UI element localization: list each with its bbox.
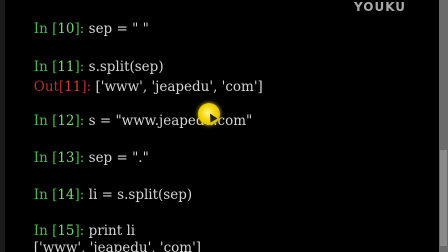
ipython-console[interactable]: In [10]: sep = " " In [11]: s.split(sep)… xyxy=(8,0,436,252)
scrollbar-thumb[interactable] xyxy=(440,150,447,246)
input-prompt-suffix: ]: xyxy=(74,187,89,203)
output-number: 11 xyxy=(64,79,82,95)
output-value: ['www', 'jeapedu', 'com'] xyxy=(95,79,263,95)
vertical-scrollbar[interactable] xyxy=(439,0,448,252)
input-line-10: In [10]: sep = " " xyxy=(8,4,149,37)
input-line-11: In [11]: s.split(sep) xyxy=(8,42,164,75)
output-prompt: Out[ xyxy=(33,79,65,95)
input-prompt: In [ xyxy=(33,187,58,203)
input-code: s = "www.jeapedu.com" xyxy=(88,113,253,129)
window-left-border xyxy=(0,0,5,252)
input-prompt-suffix: ]: xyxy=(74,21,89,37)
terminal-window: YOUKU In [10]: sep = " " In [11]: s.spli… xyxy=(0,0,448,252)
output-line-11: Out[11]: ['www', 'jeapedu', 'com'] xyxy=(8,62,263,95)
input-prompt: In [ xyxy=(33,21,58,37)
output-prompt-suffix: ]: xyxy=(81,79,96,95)
print-output-line: ['www', 'jeapedu', 'com'] xyxy=(8,223,201,252)
input-prompt: In [ xyxy=(33,113,58,129)
input-prompt-suffix: ]: xyxy=(74,150,89,166)
input-line-14: In [14]: li = s.split(sep) xyxy=(8,170,192,203)
input-number: 12 xyxy=(57,113,75,129)
input-code: sep = " " xyxy=(88,21,149,37)
input-line-13: In [13]: sep = "." xyxy=(8,133,149,166)
input-line-15: In [15]: print li xyxy=(8,206,135,239)
input-number: 14 xyxy=(57,187,75,203)
input-number: 10 xyxy=(57,21,75,37)
input-prompt: In [ xyxy=(33,150,58,166)
input-prompt-suffix: ]: xyxy=(74,113,89,129)
input-code: sep = "." xyxy=(88,150,149,166)
output-value: ['www', 'jeapedu', 'com'] xyxy=(33,240,202,252)
input-number: 13 xyxy=(57,150,75,166)
input-code: li = s.split(sep) xyxy=(88,187,193,203)
